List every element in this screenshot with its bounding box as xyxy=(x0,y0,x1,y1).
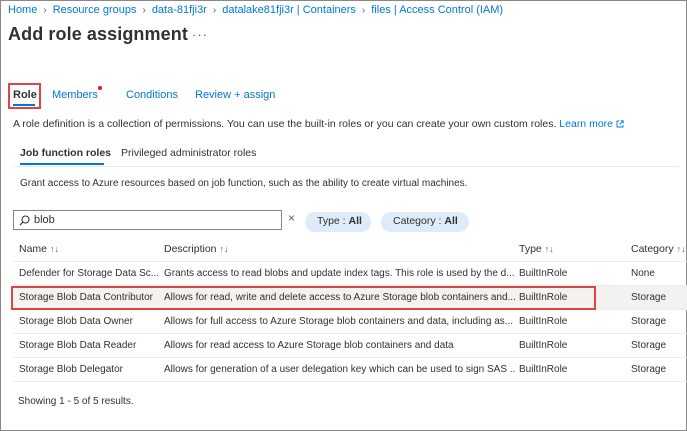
cell-type: BuiltInRole xyxy=(519,268,568,279)
type-filter-value: All xyxy=(348,215,362,227)
cell-name: Defender for Storage Data Sc... xyxy=(19,268,160,279)
cell-category: Storage xyxy=(631,292,667,303)
tab-conditions[interactable]: Conditions xyxy=(126,89,178,101)
table-row[interactable]: Storage Blob Data Reader Allows for read… xyxy=(13,334,687,358)
breadcrumb-resource-groups[interactable]: Resource groups xyxy=(53,4,137,16)
type-filter-label: Type : xyxy=(317,215,349,227)
category-filter-label: Category : xyxy=(393,215,445,227)
category-filter-button[interactable]: Category : All xyxy=(381,212,469,232)
learn-more-label: Learn more xyxy=(559,118,613,130)
chevron-right-icon: › xyxy=(142,4,146,16)
chevron-right-icon: › xyxy=(43,4,47,16)
cell-description: Grants access to read blobs and update i… xyxy=(164,268,515,279)
subtab-divider xyxy=(13,166,679,167)
required-dot-icon xyxy=(98,86,102,90)
selected-row-highlight xyxy=(11,286,596,310)
chevron-right-icon: › xyxy=(361,4,366,16)
column-header-description[interactable]: Description ↑↓ xyxy=(164,243,229,255)
sort-icon: ↑↓ xyxy=(544,244,554,254)
breadcrumb-resource-group[interactable]: data-81fji3r xyxy=(152,4,207,16)
more-options-icon[interactable]: ··· xyxy=(192,27,208,42)
breadcrumb-iam[interactable]: files | Access Control (IAM) xyxy=(371,4,503,16)
tab-members[interactable]: Members xyxy=(52,89,98,101)
column-header-name[interactable]: Name ↑↓ xyxy=(19,243,59,255)
cell-category: Storage xyxy=(631,340,667,351)
column-header-type-label: Type xyxy=(519,243,542,255)
cell-description: Allows for read access to Azure Storage … xyxy=(164,340,454,351)
cell-name: Storage Blob Data Reader xyxy=(19,340,137,351)
role-description-text: A role definition is a collection of per… xyxy=(13,118,557,130)
column-header-category[interactable]: Category ↑↓ xyxy=(631,243,686,255)
sort-icon: ↑↓ xyxy=(50,244,60,254)
cell-type: BuiltInRole xyxy=(519,340,568,351)
cell-category: Storage xyxy=(631,364,667,375)
table-row[interactable]: Defender for Storage Data Sc... Grants a… xyxy=(13,262,687,286)
grant-description: Grant access to Azure resources based on… xyxy=(20,178,468,189)
cell-description: Allows for generation of a user delegati… xyxy=(164,364,516,375)
breadcrumb-home[interactable]: Home xyxy=(8,4,37,16)
search-value: blob xyxy=(34,214,55,226)
role-tab-highlight xyxy=(8,83,41,109)
cell-name: Storage Blob Data Owner xyxy=(19,316,133,327)
tab-review-assign[interactable]: Review + assign xyxy=(195,89,275,101)
column-header-type[interactable]: Type ↑↓ xyxy=(519,243,554,255)
sort-icon: ↑↓ xyxy=(219,244,229,254)
page-title: Add role assignment xyxy=(8,24,188,44)
cell-category: None xyxy=(631,268,655,279)
chevron-right-icon: › xyxy=(212,4,217,16)
clear-search-icon[interactable]: × xyxy=(288,211,295,225)
type-filter-button[interactable]: Type : All xyxy=(305,212,371,232)
search-icon xyxy=(19,215,30,226)
cell-description: Allows for full access to Azure Storage … xyxy=(164,316,514,327)
table-row[interactable]: Storage Blob Delegator Allows for genera… xyxy=(13,358,687,382)
cell-type: BuiltInRole xyxy=(519,364,568,375)
category-filter-value: All xyxy=(444,215,458,227)
subtab-job-function-roles[interactable]: Job function roles xyxy=(20,147,111,159)
learn-more-link[interactable]: Learn more xyxy=(559,118,624,130)
column-header-name-label: Name xyxy=(19,243,48,255)
breadcrumb-containers[interactable]: datalake81fji3r | Containers xyxy=(222,4,356,16)
column-header-category-label: Category xyxy=(631,243,674,255)
cell-name: Storage Blob Delegator xyxy=(19,364,123,375)
cell-category: Storage xyxy=(631,316,667,327)
results-count: Showing 1 - 5 of 5 results. xyxy=(18,396,134,407)
cell-type: BuiltInRole xyxy=(519,316,568,327)
role-description: A role definition is a collection of per… xyxy=(13,118,624,130)
column-header-description-label: Description xyxy=(164,243,217,255)
active-subtab-indicator xyxy=(20,163,104,165)
subtab-privileged-roles[interactable]: Privileged administrator roles xyxy=(121,147,256,159)
sort-icon: ↑↓ xyxy=(676,244,686,254)
breadcrumb: Home › Resource groups › data-81fji3r › … xyxy=(8,4,503,16)
table-row[interactable]: Storage Blob Data Owner Allows for full … xyxy=(13,310,687,334)
external-link-icon xyxy=(616,120,624,128)
search-input[interactable]: blob xyxy=(13,210,282,230)
